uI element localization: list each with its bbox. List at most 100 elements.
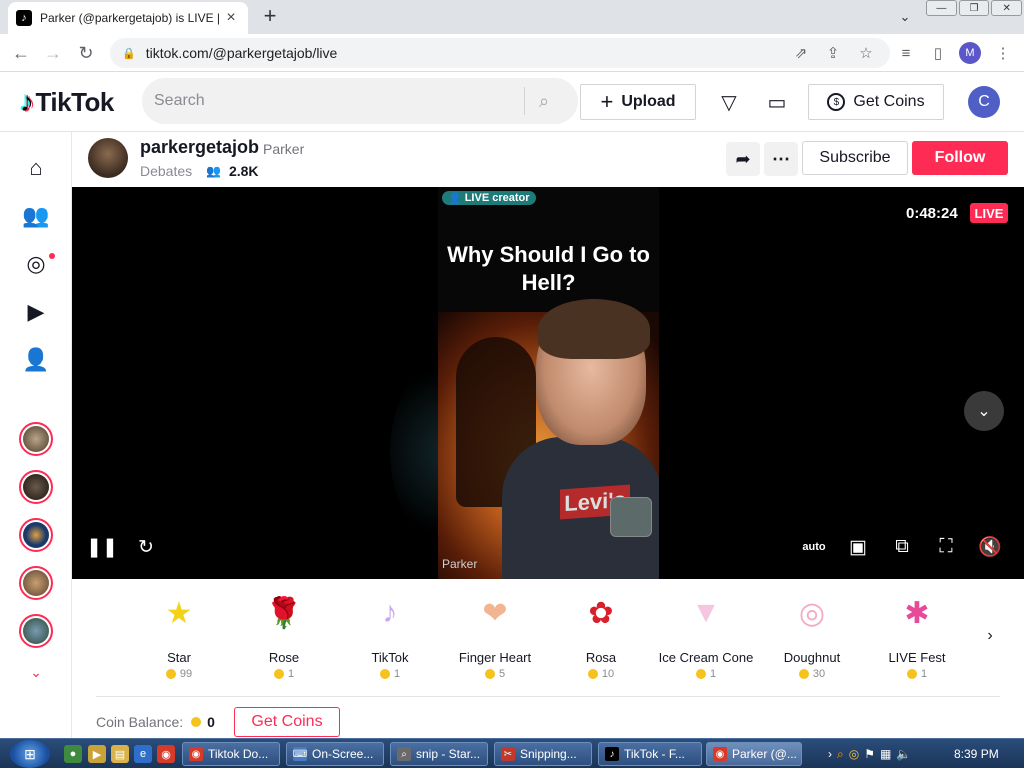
gift-item[interactable]: ★ Star 99 <box>129 580 229 681</box>
network-icon[interactable]: ▦ <box>880 747 891 761</box>
forward-arrow-icon[interactable]: → <box>40 41 66 65</box>
folder-icon[interactable]: ▤ <box>111 745 129 763</box>
taskbar-button-label: On-Scree... <box>312 747 374 761</box>
bookmark-star-icon[interactable]: ☆ <box>855 42 877 64</box>
home-icon[interactable]: ⌂ <box>20 152 52 184</box>
quicklaunch-icon[interactable]: ● <box>64 745 82 763</box>
taskbar-button-label: TikTok - F... <box>624 747 685 761</box>
user-avatar[interactable]: C <box>968 86 1000 118</box>
subscribe-button[interactable]: Subscribe <box>802 141 908 175</box>
get-coins-header-button[interactable]: $ Get Coins <box>808 84 944 120</box>
reload-icon[interactable]: ↻ <box>73 41 99 65</box>
pip-mode-icon[interactable]: ⧉ <box>888 533 916 561</box>
show-more-chevron-icon[interactable]: ⌄ <box>26 662 46 682</box>
live-video-player[interactable]: Levi's Why Should I Go to Hell? Parker 👤… <box>72 187 1024 579</box>
media-player-icon[interactable]: ▶ <box>88 745 106 763</box>
gift-name: Doughnut <box>783 650 841 665</box>
gift-item[interactable]: ✱ LIVE Fest 1 <box>867 580 967 681</box>
search-icon[interactable]: ⌕ <box>539 91 549 112</box>
followed-account-avatar[interactable] <box>19 614 53 648</box>
back-arrow-icon[interactable]: ← <box>8 41 34 65</box>
gift-item[interactable]: ▼ Ice Cream Cone 1 <box>656 580 756 680</box>
open-external-icon[interactable]: ⇗ <box>790 42 812 64</box>
tab-search-chevron-icon[interactable]: ⌄ <box>896 8 914 26</box>
messages-send-icon[interactable]: ▽ <box>716 90 742 114</box>
gift-price: 10 <box>587 668 614 680</box>
browser-tab-title: Parker (@parkergetajob) is LIVE | <box>40 11 221 25</box>
live-category[interactable]: Debates <box>140 163 192 179</box>
get-coins-button[interactable]: Get Coins <box>234 707 340 737</box>
taskbar-button[interactable]: ◉ Tiktok Do... <box>182 742 280 766</box>
taskbar-button[interactable]: ♪ TikTok - F... <box>598 742 702 766</box>
mute-speaker-icon[interactable]: 🔇 <box>976 533 1004 561</box>
restore-window-button[interactable]: ❐ <box>958 0 990 16</box>
search-divider <box>524 87 525 115</box>
follow-button[interactable]: Follow <box>912 141 1008 175</box>
gift-item[interactable]: ✿ Rosa 10 <box>551 580 651 681</box>
windows-start-button[interactable]: ⊞ <box>10 740 50 768</box>
share-arrow-icon[interactable]: ➦ <box>726 142 760 176</box>
followed-account-avatar[interactable] <box>19 470 53 504</box>
followed-account-avatar[interactable] <box>19 518 53 552</box>
browser-profile-avatar[interactable]: M <box>959 42 981 64</box>
viewers-icon: 👥 <box>206 164 221 178</box>
taskbar-button[interactable]: ⌕ snip - Star... <box>390 742 488 766</box>
taskbar-button-label: Snipping... <box>520 747 577 761</box>
gift-item[interactable]: ♪ TikTok 1 <box>340 580 440 680</box>
live-camera-icon[interactable]: ▶ <box>20 296 52 328</box>
creator-display-name: Parker <box>263 141 305 157</box>
new-tab-button[interactable]: + <box>258 3 282 28</box>
tiktok-logo[interactable]: ♪ TikTok <box>20 86 114 118</box>
tray-app-icon[interactable]: ◎ <box>849 747 859 761</box>
tiktok-gift-icon: ♪ <box>382 596 398 629</box>
next-live-chevron-icon[interactable]: ⌄ <box>964 391 1004 431</box>
fullscreen-icon[interactable]: ⛶ <box>932 533 960 561</box>
tray-search-icon[interactable]: ⌕ <box>837 747 844 762</box>
followed-account-avatar[interactable] <box>19 566 53 600</box>
volume-icon[interactable]: 🔈 <box>896 747 911 761</box>
gift-divider <box>96 696 1000 697</box>
browser-tab-active[interactable]: ♪ Parker (@parkergetajob) is LIVE | × <box>8 2 248 34</box>
address-bar[interactable]: 🔒 tiktok.com/@parkergetajob/live <box>110 38 890 68</box>
side-panel-icon[interactable]: ▯ <box>927 42 949 64</box>
taskbar-button[interactable]: ✂ Snipping... <box>494 742 592 766</box>
more-options-icon[interactable]: ⋯ <box>764 142 798 176</box>
tray-expand-icon[interactable]: › <box>828 747 832 761</box>
gift-next-chevron-icon[interactable]: › <box>980 626 1000 646</box>
gift-price: 30 <box>798 668 825 680</box>
gift-item[interactable]: ❤ Finger Heart 5 <box>445 580 545 681</box>
browser-menu-icon[interactable]: ⋮ <box>992 42 1014 64</box>
coin-balance-bar: Coin Balance: 0 Get Coins <box>72 698 1024 738</box>
upload-button[interactable]: + Upload <box>580 84 696 120</box>
gift-price-value: 1 <box>393 668 401 680</box>
followed-account-avatar[interactable] <box>19 422 53 456</box>
gift-name: Finger Heart <box>458 650 532 665</box>
explore-compass-icon[interactable]: ◎ <box>20 248 52 280</box>
ie-browser-icon[interactable]: e <box>134 745 152 763</box>
quality-auto-icon[interactable]: auto <box>800 533 828 561</box>
inbox-icon[interactable]: ▭ <box>764 90 790 114</box>
taskbar-button[interactable]: ⌨ On-Scree... <box>286 742 384 766</box>
gift-item[interactable]: ◎ Doughnut 30 <box>762 580 862 681</box>
close-tab-icon[interactable]: × <box>222 9 240 27</box>
gift-item[interactable]: 🌹 Rose 1 <box>234 580 334 681</box>
profile-icon[interactable]: 👤 <box>20 344 52 376</box>
taskbar-clock[interactable]: 8:39 PM <box>954 747 999 761</box>
live-creator-badge: 👤 LIVE creator <box>442 191 536 205</box>
chrome-icon[interactable]: ◉ <box>157 745 175 763</box>
chrome-icon: ◉ <box>713 747 727 761</box>
following-icon[interactable]: 👥 <box>20 200 52 232</box>
creator-avatar[interactable] <box>88 138 128 178</box>
pause-icon[interactable]: ❚❚ <box>86 533 118 561</box>
picture-icon[interactable]: ▣ <box>844 533 872 561</box>
gift-name: Rosa <box>585 650 617 665</box>
media-control-icon[interactable]: ≡ <box>895 42 917 64</box>
close-window-button[interactable]: ✕ <box>991 0 1023 16</box>
refresh-icon[interactable]: ↻ <box>132 533 160 561</box>
search-input[interactable] <box>154 92 524 110</box>
share-page-icon[interactable]: ⇪ <box>822 42 844 64</box>
taskbar-button-active[interactable]: ◉ Parker (@... <box>706 742 802 766</box>
minimize-window-button[interactable]: — <box>926 0 957 16</box>
tray-flag-icon[interactable]: ⚑ <box>864 747 875 761</box>
creator-username[interactable]: parkergetajob <box>140 137 259 158</box>
